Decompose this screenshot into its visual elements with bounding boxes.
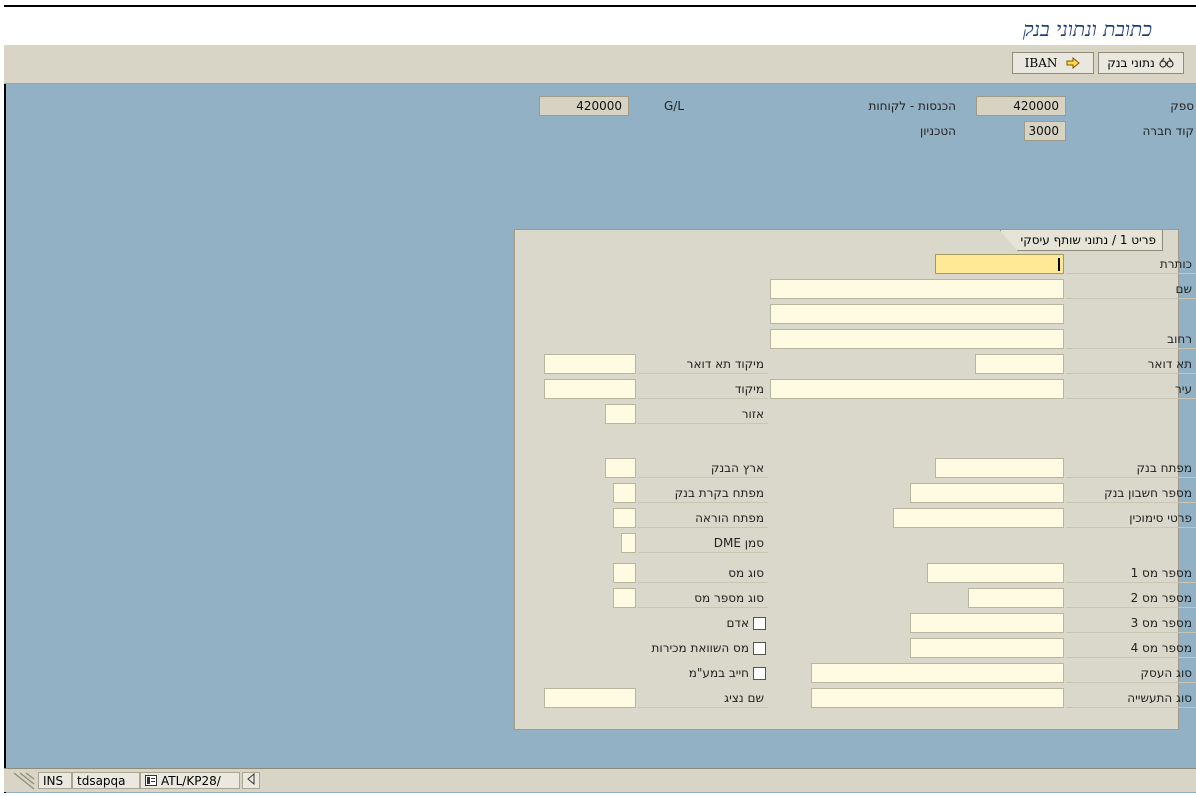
triangle-left-icon xyxy=(247,772,255,786)
status-bar: INS tdsapqa ATL/KP28/ xyxy=(4,768,1196,792)
vendor-label: ספק xyxy=(1170,99,1194,113)
industry-type-label: סוג התעשייה xyxy=(1066,688,1196,708)
bank-country-label: ארץ הבנק xyxy=(638,458,768,478)
bank-data-button[interactable]: נתוני בנק xyxy=(1098,52,1184,74)
arrow-right-icon xyxy=(1066,56,1081,70)
bank-control-key-input[interactable] xyxy=(613,483,636,503)
bank-account-input[interactable] xyxy=(910,483,1064,503)
gl-label: G/L xyxy=(664,99,685,113)
business-type-label: סוג העסק xyxy=(1066,663,1196,683)
session-icon xyxy=(145,775,157,786)
tax-number-2-label: מספר מס 2 xyxy=(1066,588,1196,608)
title-label: כותרת xyxy=(1066,254,1196,274)
dme-indicator-label: סמן DME xyxy=(638,533,768,553)
iban-button[interactable]: IBAN xyxy=(1012,52,1094,74)
status-expand-arrow[interactable] xyxy=(242,772,260,789)
vendor-description: הכנסות - לקוחות xyxy=(868,99,957,113)
bank-key-input[interactable] xyxy=(935,458,1064,478)
session-label: ATL/KP28/ xyxy=(161,773,221,788)
tax-number-4-label: מספר מס 4 xyxy=(1066,638,1196,658)
street-input[interactable] xyxy=(770,329,1064,349)
resize-grip-icon[interactable] xyxy=(12,771,36,790)
bank-key-label: מפתח בנק xyxy=(1066,458,1196,478)
title-bar: כתובת ונתוני בנק xyxy=(4,7,1196,45)
po-box-label: תא דואר xyxy=(1066,354,1196,374)
natural-person-label: אדם xyxy=(726,616,749,630)
status-mode: INS xyxy=(38,772,72,789)
tax-number-3-label: מספר מס 3 xyxy=(1066,613,1196,633)
tab-business-partner[interactable]: פריט 1 / נתוני שותף עיסקי xyxy=(999,230,1163,251)
reference-input[interactable] xyxy=(893,508,1064,528)
representative-name-label: שם נציג xyxy=(638,688,768,708)
tax-type-input[interactable] xyxy=(613,563,636,583)
company-code-field[interactable]: 3000 xyxy=(1024,121,1066,141)
zip-label: מיקוד xyxy=(638,379,768,399)
tax-number-1-label: מספר מס 1 xyxy=(1066,563,1196,583)
tax-number-4-input[interactable] xyxy=(910,638,1064,658)
vat-liable-label: חייב במע"מ xyxy=(688,666,749,680)
natural-person-checkbox[interactable] xyxy=(753,616,766,630)
sales-equalization-label: מס השוואת מכירות xyxy=(651,641,749,655)
bank-account-label: מספר חשבון בנק xyxy=(1066,483,1196,503)
tax-type-label: סוג מס xyxy=(638,563,768,583)
business-type-input[interactable] xyxy=(811,663,1064,683)
sales-equalization-checkbox[interactable] xyxy=(753,641,766,655)
tax-number-2-input[interactable] xyxy=(968,588,1064,608)
reference-label: פרטי סימוכין xyxy=(1066,508,1196,528)
text-cursor xyxy=(1058,258,1060,271)
po-box-input[interactable] xyxy=(975,354,1064,374)
iban-button-label: IBAN xyxy=(1024,56,1058,70)
street-label: רחוב xyxy=(1066,329,1196,349)
name-label: שם xyxy=(1066,279,1196,299)
po-box-zip-input[interactable] xyxy=(544,354,636,374)
glasses-icon xyxy=(1159,57,1174,68)
city-label: עיר xyxy=(1066,379,1196,399)
region-label: אזור xyxy=(638,404,768,424)
zip-input[interactable] xyxy=(544,379,636,399)
dme-indicator-input[interactable] xyxy=(621,533,636,553)
natural-person-checkbox-row[interactable]: אדם xyxy=(726,613,766,633)
vat-liable-checkbox[interactable] xyxy=(753,666,766,680)
region-input[interactable] xyxy=(605,404,636,424)
status-session: ATL/KP28/ xyxy=(140,772,240,789)
tax-number-1-input[interactable] xyxy=(927,563,1064,583)
bank-control-key-label: מפתח בקרת בנק xyxy=(638,483,768,503)
bank-data-button-label: נתוני בנק xyxy=(1107,56,1155,70)
company-description: הטכניון xyxy=(920,124,956,138)
vendor-field[interactable]: 420000 xyxy=(976,96,1066,116)
vat-liable-checkbox-row[interactable]: חייב במע"מ xyxy=(689,663,766,683)
bank-country-input[interactable] xyxy=(605,458,636,478)
gl-account-field[interactable]: 420000 xyxy=(539,96,629,116)
po-box-zip-label: מיקוד תא דואר xyxy=(638,354,768,374)
status-server: tdsapqa xyxy=(72,772,140,789)
tax-number-type-label: סוג מספר מס xyxy=(638,588,768,608)
representative-name-input[interactable] xyxy=(544,688,636,708)
window-title: כתובת ונתוני בנק xyxy=(1022,17,1152,41)
title-input[interactable] xyxy=(935,254,1064,274)
sales-equalization-checkbox-row[interactable]: מס השוואת מכירות xyxy=(652,638,766,658)
application-toolbar: נתוני בנק IBAN xyxy=(4,45,1196,84)
name-input-4[interactable] xyxy=(770,304,1064,324)
name-input-1[interactable] xyxy=(770,279,1064,299)
tax-number-3-input[interactable] xyxy=(910,613,1064,633)
company-code-label: קוד חברה xyxy=(1142,124,1194,138)
tax-number-type-input[interactable] xyxy=(613,588,636,608)
instruction-key-label: מפתח הוראה xyxy=(638,508,768,528)
instruction-key-input[interactable] xyxy=(613,508,636,528)
industry-type-input[interactable] xyxy=(811,688,1064,708)
city-input[interactable] xyxy=(770,379,1064,399)
